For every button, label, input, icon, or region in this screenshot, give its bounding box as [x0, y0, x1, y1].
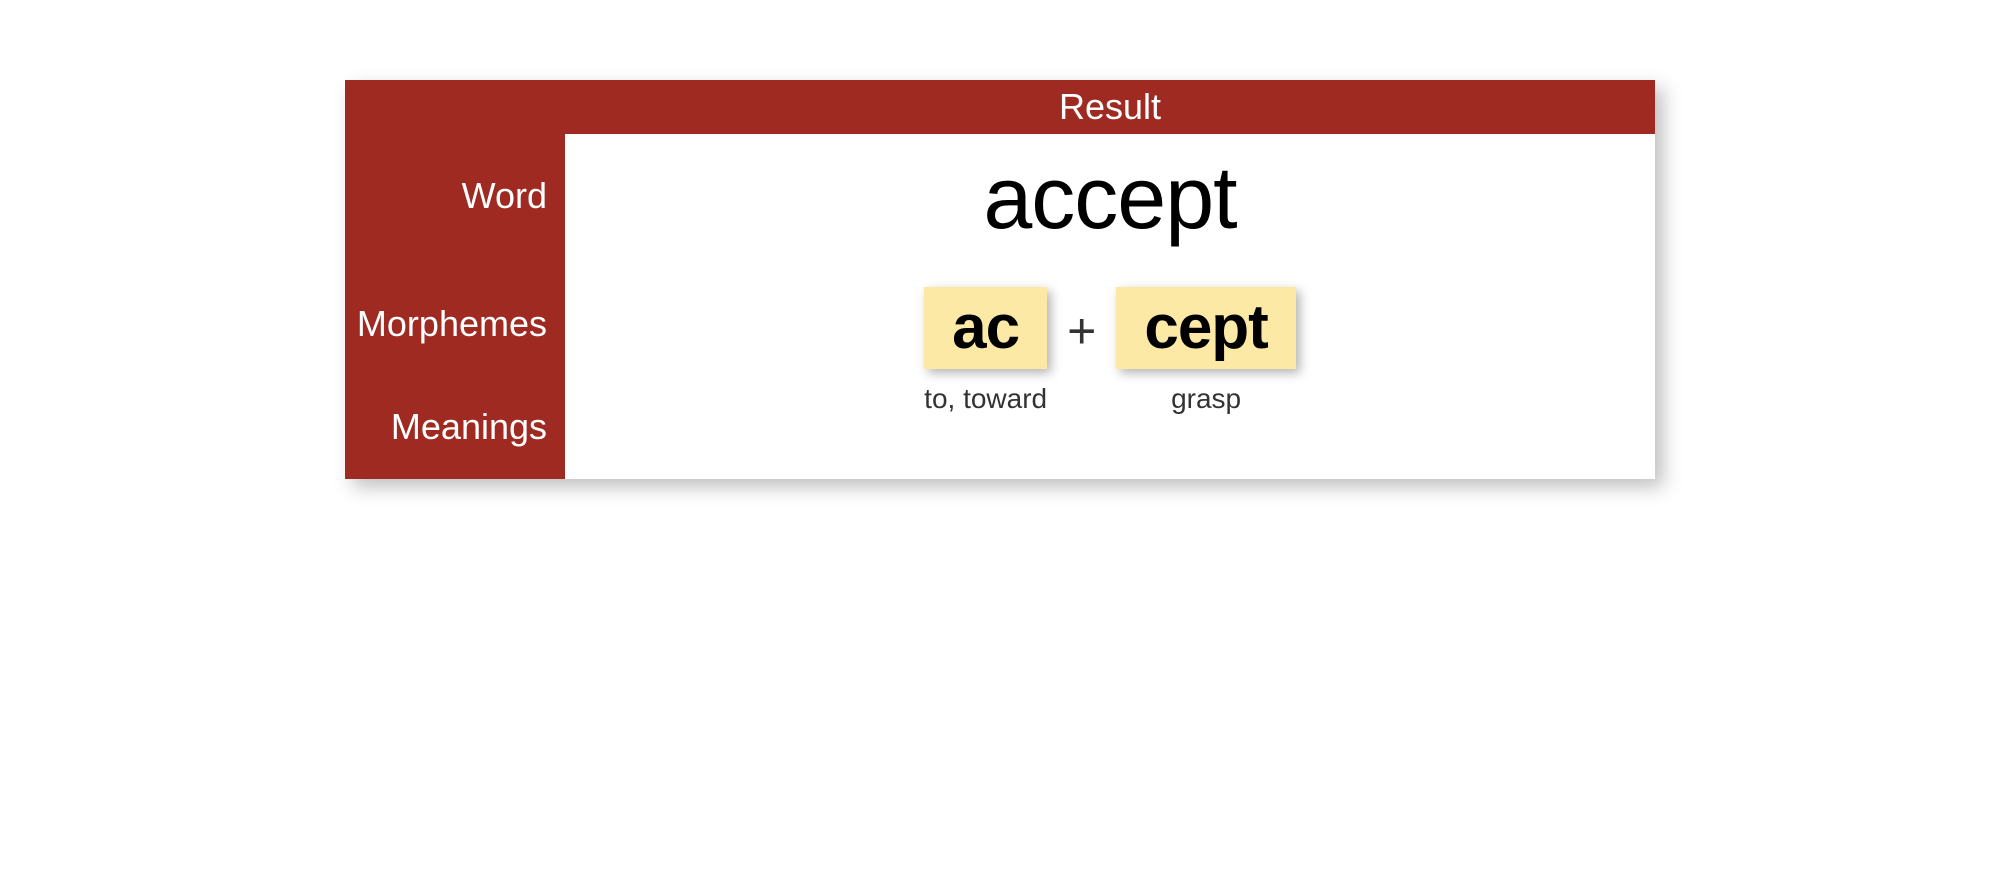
- morpheme-group-0: ac to, toward: [924, 287, 1047, 415]
- result-word: accept: [983, 154, 1236, 242]
- label-meanings: Meanings: [391, 405, 547, 448]
- content-column: accept ac to, toward + cept grasp: [565, 134, 1655, 479]
- morpheme-group-1: cept grasp: [1116, 287, 1295, 415]
- morpheme-tile-0: ac: [924, 287, 1047, 369]
- label-morphemes: Morphemes: [357, 302, 547, 345]
- header-spacer: [345, 80, 565, 134]
- result-panel: Result Word Morphemes Meanings accept ac…: [345, 80, 1655, 479]
- morpheme-tile-1: cept: [1116, 287, 1295, 369]
- header-row: Result: [345, 80, 1655, 134]
- plus-icon: +: [1067, 306, 1096, 356]
- main-row: Word Morphemes Meanings accept ac to, to…: [345, 134, 1655, 479]
- morphemes-row: ac to, toward + cept grasp: [924, 287, 1296, 415]
- header-title: Result: [565, 80, 1655, 134]
- morpheme-meaning-1: grasp: [1171, 383, 1241, 415]
- morpheme-meaning-0: to, toward: [924, 383, 1047, 415]
- labels-column: Word Morphemes Meanings: [345, 134, 565, 479]
- label-word: Word: [462, 174, 547, 217]
